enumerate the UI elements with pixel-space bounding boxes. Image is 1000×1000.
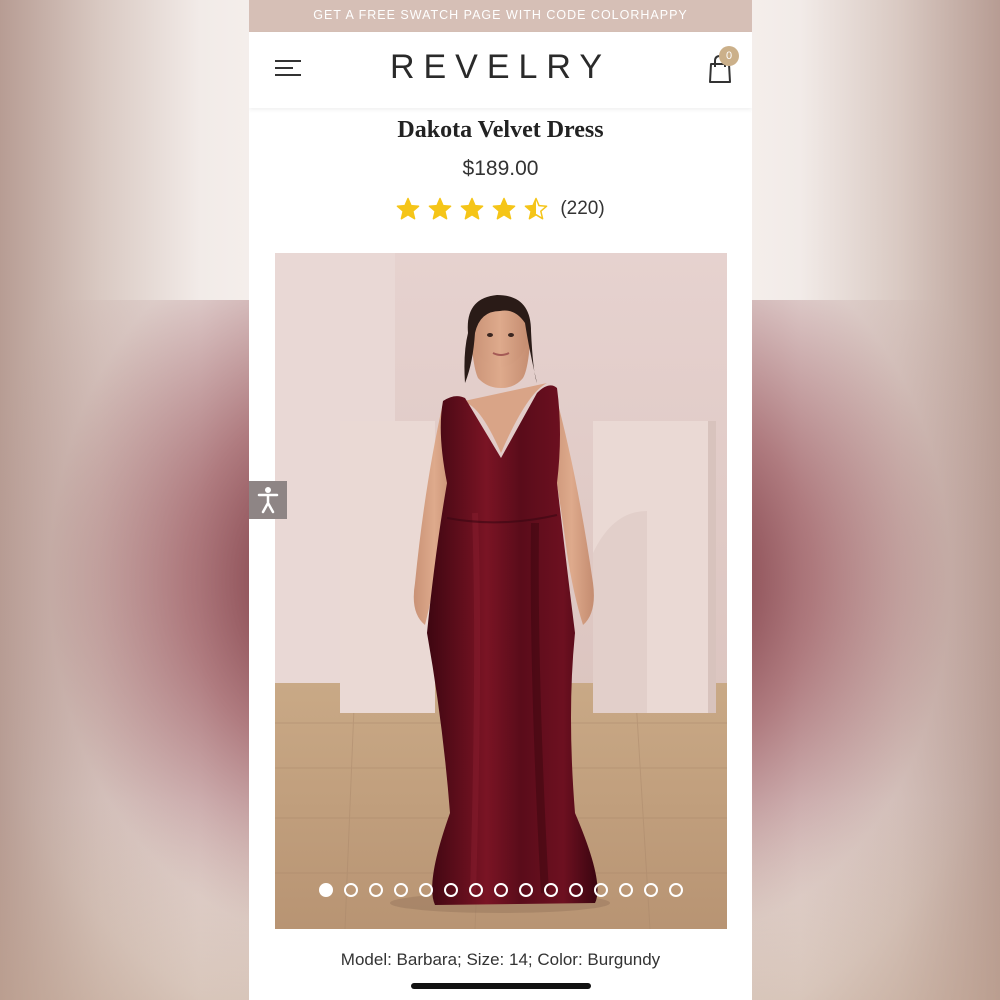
accessibility-button[interactable] — [249, 481, 287, 519]
backdrop-floor-left — [0, 800, 250, 1000]
home-indicator[interactable] — [411, 983, 591, 989]
product-title: Dakota Velvet Dress — [397, 117, 604, 143]
gallery-dot[interactable] — [644, 883, 658, 897]
product-rating[interactable]: (220) — [249, 195, 752, 223]
product-image-gallery[interactable] — [275, 253, 727, 929]
brand-logo[interactable]: REVELRY — [249, 48, 752, 87]
product-photo — [275, 253, 727, 929]
gallery-dot[interactable] — [619, 883, 633, 897]
backdrop-floor-right — [750, 800, 1000, 1000]
star-icon — [428, 197, 452, 220]
gallery-dot[interactable] — [444, 883, 458, 897]
model-caption: Model: Barbara; Size: 14; Color: Burgund… — [340, 950, 661, 969]
gallery-dot[interactable] — [394, 883, 408, 897]
promo-banner[interactable]: GET A FREE SWATCH PAGE WITH CODE COLORHA… — [249, 0, 752, 32]
accessibility-icon — [257, 487, 279, 514]
star-icon — [396, 197, 420, 220]
phone-screen: GET A FREE SWATCH PAGE WITH CODE COLORHA… — [249, 0, 752, 1000]
gallery-dot[interactable] — [469, 883, 483, 897]
star-icon — [524, 197, 548, 220]
gallery-dot[interactable] — [319, 883, 333, 897]
star-rating — [396, 197, 548, 221]
gallery-dot[interactable] — [344, 883, 358, 897]
gallery-dot[interactable] — [669, 883, 683, 897]
star-icon — [460, 197, 484, 220]
review-count[interactable]: (220) — [560, 198, 604, 220]
gallery-dot[interactable] — [519, 883, 533, 897]
gallery-dot[interactable] — [569, 883, 583, 897]
gallery-dot[interactable] — [369, 883, 383, 897]
gallery-dot[interactable] — [594, 883, 608, 897]
gallery-pagination — [275, 883, 727, 897]
site-header: REVELRY 0 — [249, 32, 752, 108]
star-icon — [492, 197, 516, 220]
gallery-dot[interactable] — [419, 883, 433, 897]
product-price: $189.00 — [462, 157, 539, 180]
promo-text: GET A FREE SWATCH PAGE WITH CODE COLORHA… — [313, 8, 688, 22]
cart-count-badge[interactable]: 0 — [719, 46, 739, 66]
gallery-dot[interactable] — [544, 883, 558, 897]
gallery-dot[interactable] — [494, 883, 508, 897]
